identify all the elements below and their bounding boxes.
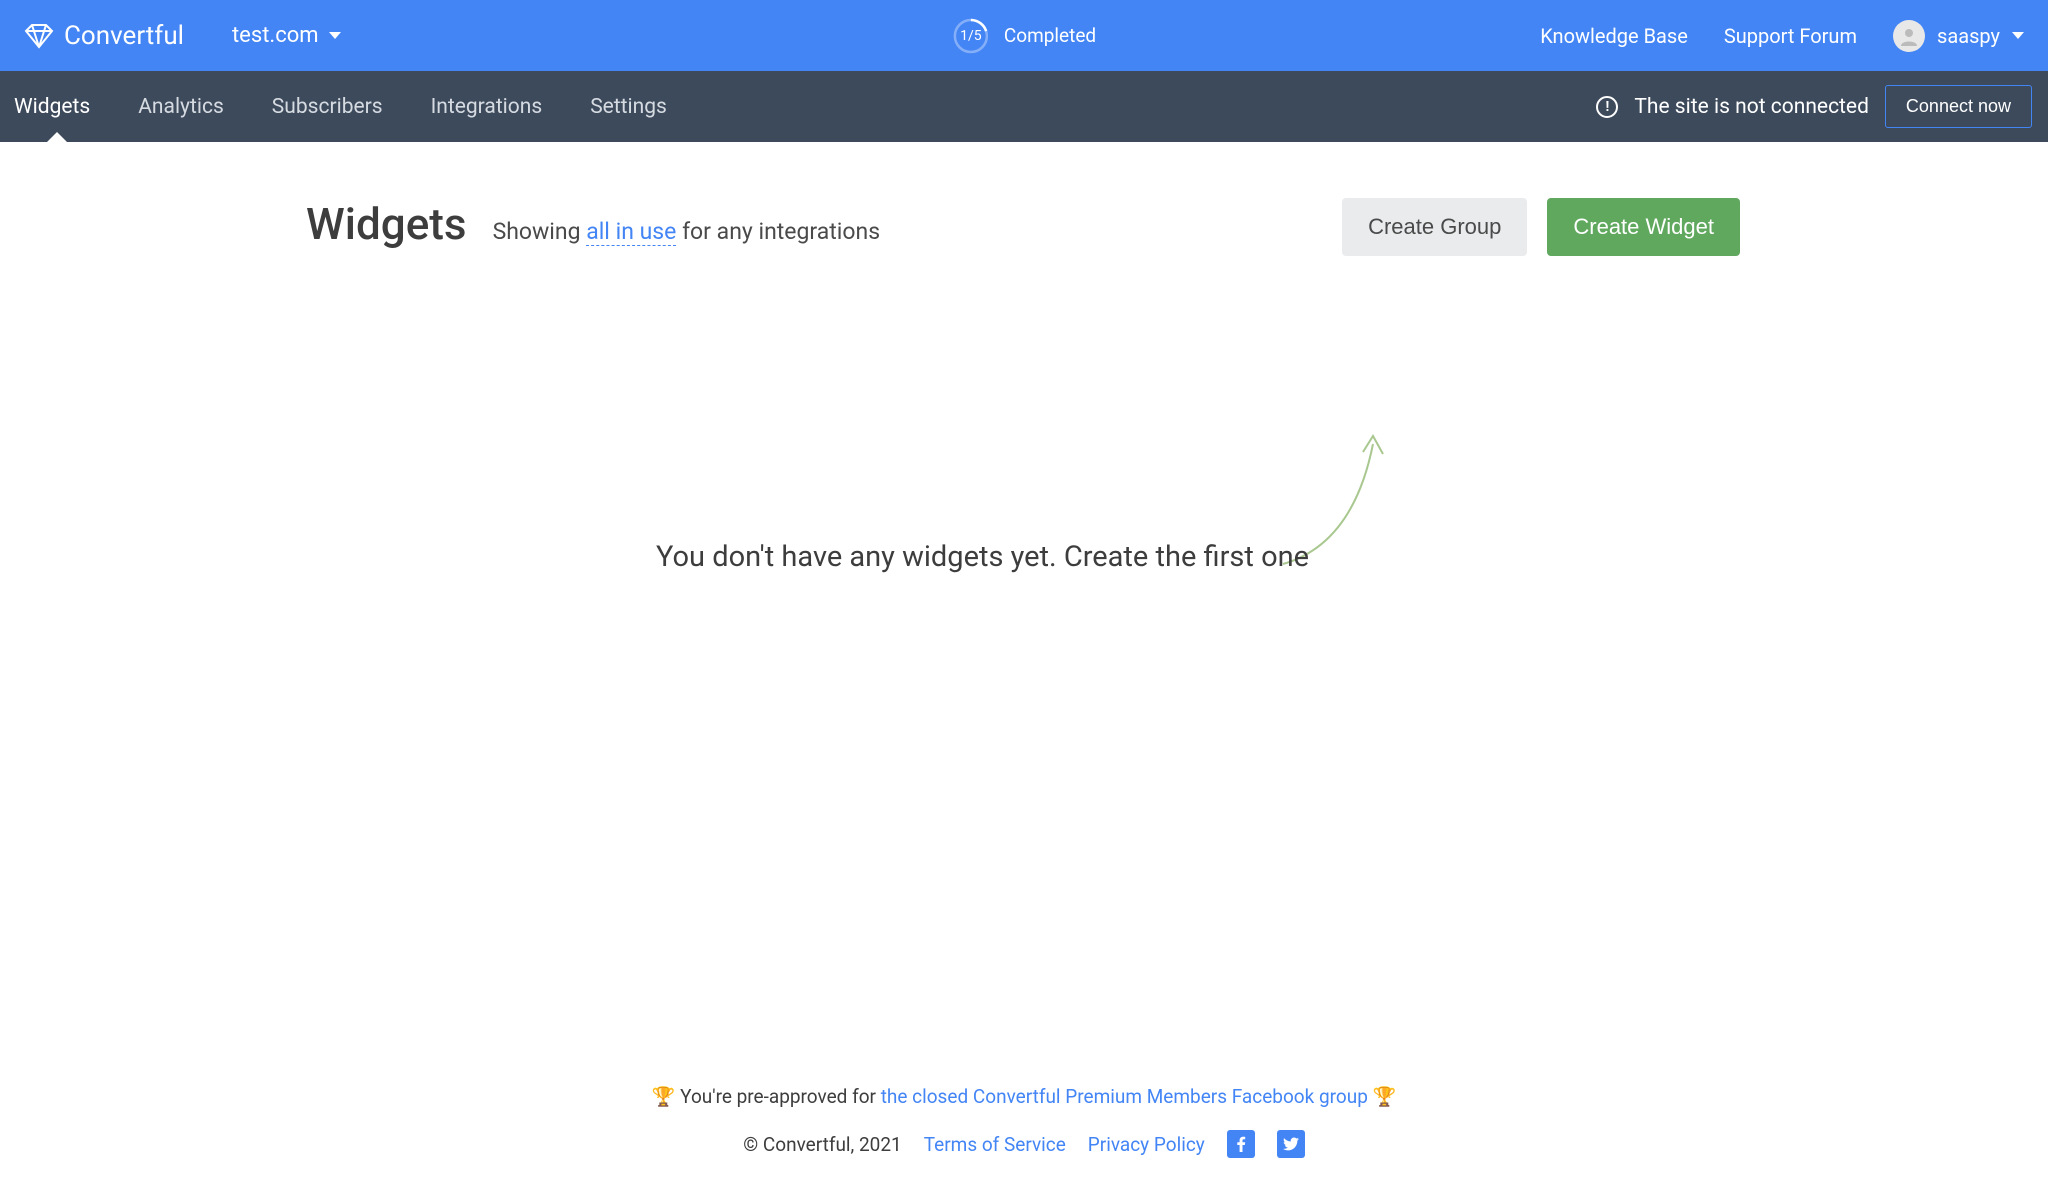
create-group-button[interactable]: Create Group [1342, 198, 1527, 256]
nav-right: ! The site is not connected Connect now [1596, 71, 2048, 142]
nav-integrations[interactable]: Integrations [407, 71, 567, 142]
nav-subscribers[interactable]: Subscribers [248, 71, 407, 142]
footer: 🏆 You're pre-approved for the closed Con… [0, 1085, 2048, 1158]
page-title: Widgets [306, 198, 467, 250]
trophy-icon: 🏆 [652, 1085, 676, 1108]
nav-widgets[interactable]: Widgets [0, 71, 114, 142]
facebook-icon[interactable] [1227, 1130, 1255, 1158]
connect-now-button[interactable]: Connect now [1885, 85, 2032, 128]
copyright: © Convertful, 2021 [743, 1133, 901, 1156]
progress-fraction: 1/5 [960, 28, 982, 44]
filter-suffix: for any integrations [676, 218, 880, 245]
brand-logo[interactable]: Convertful [24, 21, 184, 51]
user-name: saaspy [1937, 24, 2000, 48]
twitter-icon[interactable] [1277, 1130, 1305, 1158]
progress-circle: 1/5 [952, 17, 990, 55]
progress-label: Completed [1004, 24, 1096, 47]
support-forum-link[interactable]: Support Forum [1724, 24, 1857, 48]
action-buttons: Create Group Create Widget [1342, 198, 1740, 256]
privacy-link[interactable]: Privacy Policy [1088, 1133, 1205, 1156]
terms-link[interactable]: Terms of Service [924, 1133, 1066, 1156]
top-bar-right: Knowledge Base Support Forum saaspy [1540, 20, 2024, 52]
footer-legal: © Convertful, 2021 Terms of Service Priv… [0, 1130, 2048, 1158]
page-header: Widgets Showing all in use for any integ… [0, 198, 2048, 250]
site-selector[interactable]: test.com [232, 23, 341, 48]
chevron-down-icon [329, 32, 341, 39]
avatar [1893, 20, 1925, 52]
brand-name: Convertful [64, 21, 184, 51]
empty-message: You don't have any widgets yet. Create t… [656, 540, 1309, 574]
footer-preapproved: 🏆 You're pre-approved for the closed Con… [0, 1085, 2048, 1108]
trophy-icon: 🏆 [1373, 1085, 1397, 1108]
connection-warning: The site is not connected [1634, 95, 1869, 119]
user-menu[interactable]: saaspy [1893, 20, 2024, 52]
filter-link[interactable]: all in use [586, 218, 676, 246]
filter-text: Showing all in use for any integrations [493, 218, 881, 245]
knowledge-base-link[interactable]: Knowledge Base [1540, 24, 1688, 48]
site-name: test.com [232, 23, 319, 48]
nav-bar: Widgets Analytics Subscribers Integratio… [0, 71, 2048, 142]
preapproved-prefix: You're pre-approved for [675, 1085, 880, 1108]
nav-settings[interactable]: Settings [566, 71, 691, 142]
warning-icon: ! [1596, 96, 1618, 118]
onboarding-progress[interactable]: 1/5 Completed [952, 17, 1096, 55]
main-content: Widgets Showing all in use for any integ… [0, 142, 2048, 250]
nav-analytics[interactable]: Analytics [114, 71, 248, 142]
chevron-down-icon [2012, 32, 2024, 39]
create-widget-button[interactable]: Create Widget [1547, 198, 1740, 256]
diamond-icon [24, 23, 54, 49]
facebook-group-link[interactable]: the closed Convertful Premium Members Fa… [881, 1085, 1368, 1108]
top-bar: Convertful test.com 1/5 Completed Knowle… [0, 0, 2048, 71]
filter-prefix: Showing [493, 218, 587, 245]
